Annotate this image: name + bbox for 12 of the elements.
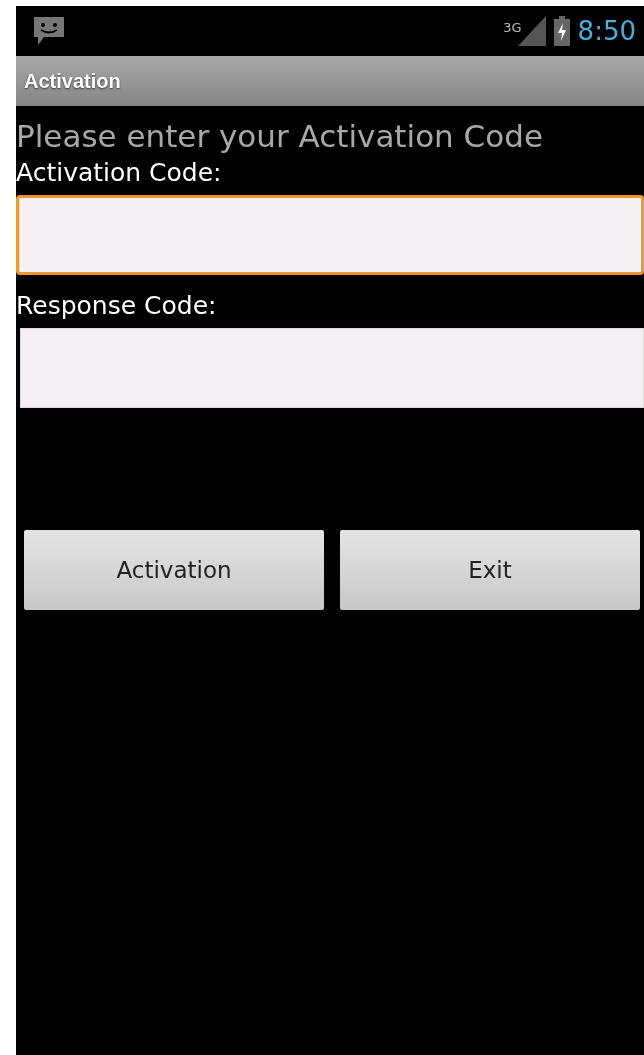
field-label: Activation Code: [16,158,223,187]
instruction-heading: Please enter your Activation Code [16,118,544,154]
activation-button[interactable]: Activation [24,530,324,610]
clock-time: 8:50 [577,16,636,46]
screen-title: Activation [24,69,121,93]
code-input-field[interactable] [16,195,644,275]
exit-button[interactable]: Exit [340,530,640,610]
network-type: 3G [503,20,522,35]
field-label: Response Code: [16,291,218,320]
code-input-field[interactable] [20,328,644,408]
chat-smiley-icon [32,15,66,47]
battery-charging-icon [553,16,570,46]
